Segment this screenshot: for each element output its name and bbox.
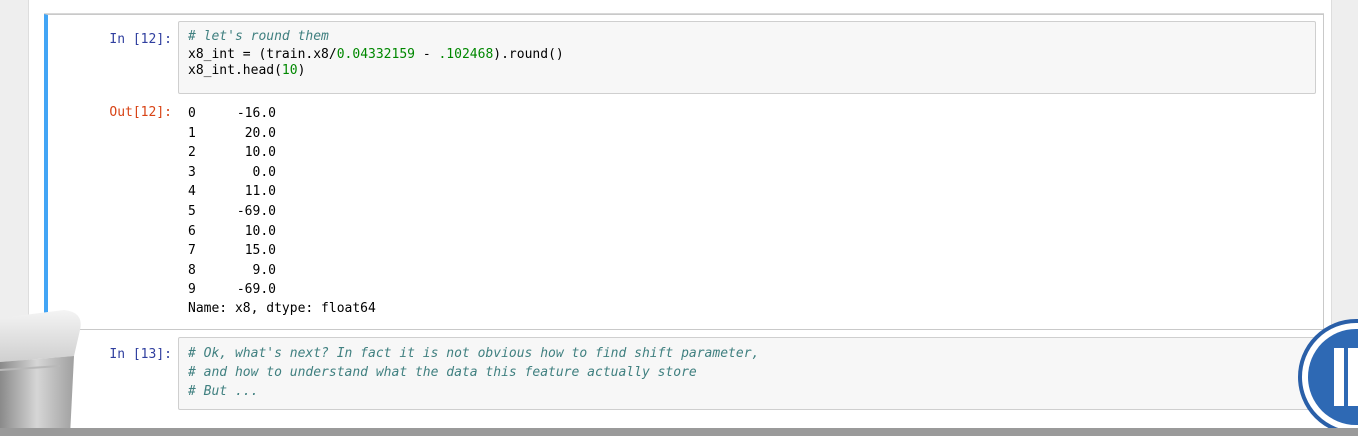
output-index: 4 [188,184,196,200]
output-value: 11.0 [244,184,276,200]
code-comment-line-2: # and how to understand what the data th… [188,365,697,380]
input-prompt-12: In [12]: [109,32,172,47]
output-value: 9.0 [252,262,276,278]
output-index: 0 [188,106,196,121]
output-prompt-12: Out[12]: [109,105,172,120]
webcam-stand-icon [0,310,81,436]
screen: In [12]: # let's round them x8_int = (tr… [0,0,1358,436]
code-text: x8_int = (train.x8/ [188,47,337,62]
output-value: 10.0 [244,145,276,161]
output-value: 15.0 [244,243,276,259]
output-index: 7 [188,243,196,259]
output-value: 0.0 [252,164,276,180]
code-comment-line-3: # But ... [188,384,259,399]
output-value-column: -16.0 20.0 10.0 0.0 11.0 -69.0 10.0 15.0… [212,104,276,300]
code-number: 10 [281,63,298,78]
code-text: - [415,47,439,62]
code-line-1: # let's round them [188,30,329,44]
code-line-2: x8_int = (train.x8/0.04332159 - .102468)… [188,48,564,62]
code-text: x8_int.head( [188,63,282,78]
output-index: 3 [188,164,196,180]
code-text: ) [297,63,306,78]
output-value: -69.0 [236,282,276,298]
output-index-column: 0 1 2 3 4 5 6 7 8 9 [188,104,208,300]
output-value: 10.0 [244,223,276,239]
code-number: .102468 [438,47,494,62]
output-value: -69.0 [236,203,276,219]
university-logo-icon [1298,319,1358,435]
code-comment-line-1: # Ok, what's next? In fact it is not obv… [188,346,760,361]
code-text: ).round() [493,47,564,62]
bottom-border [0,428,1358,436]
output-index: 8 [188,262,196,278]
output-index: 1 [188,125,196,141]
output-value: 20.0 [244,125,276,141]
output-footer: Name: x8, dtype: float64 [188,301,376,316]
code-line-3: x8_int.head(10) [188,64,305,78]
code-comment: # let's round them [188,29,329,44]
output-index: 9 [188,282,196,298]
output-value: -16.0 [236,106,276,121]
output-index: 5 [188,203,196,219]
code-number: 0.04332159 [336,47,415,62]
output-index: 2 [188,145,196,161]
output-index: 6 [188,223,196,239]
